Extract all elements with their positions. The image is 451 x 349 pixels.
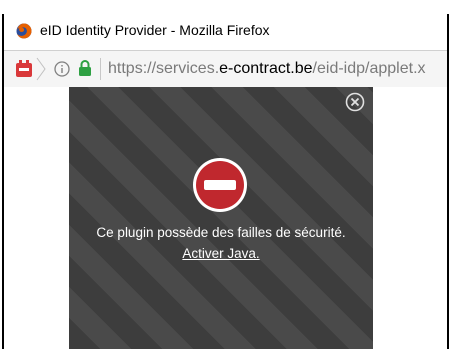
close-icon[interactable] bbox=[344, 91, 366, 113]
url-prefix: https://services. bbox=[108, 60, 220, 77]
url-suffix: /eid-idp/applet.x bbox=[312, 60, 426, 77]
title-bar: eID Identity Provider - Mozilla Firefox bbox=[4, 14, 447, 48]
url-bar[interactable]: https://services.e-contract.be/eid-idp/a… bbox=[4, 50, 447, 88]
plugin-warning-message: Ce plugin possède des failles de sécurit… bbox=[96, 225, 346, 240]
browser-window: eID Identity Provider - Mozilla Firefox … bbox=[2, 14, 449, 349]
plugin-blocked-icon[interactable] bbox=[14, 59, 34, 79]
activate-java-container: Activer Java. bbox=[69, 246, 373, 261]
blocked-plugin-overlay: Ce plugin possède des failles de sécurit… bbox=[69, 87, 373, 349]
blocked-icon bbox=[193, 158, 247, 212]
firefox-icon bbox=[16, 23, 32, 39]
url-divider bbox=[100, 58, 101, 80]
url-text[interactable]: https://services.e-contract.be/eid-idp/a… bbox=[108, 60, 426, 78]
activate-java-link[interactable]: Activer Java. bbox=[182, 246, 259, 261]
window-title: eID Identity Provider - Mozilla Firefox bbox=[40, 22, 270, 38]
info-icon[interactable] bbox=[54, 61, 70, 77]
top-cropped-text-strip bbox=[0, 0, 451, 14]
chevron-separator-icon bbox=[36, 57, 46, 81]
page-content: Ce plugin possède des failles de sécurit… bbox=[4, 87, 447, 349]
url-domain: e-contract.be bbox=[219, 60, 313, 77]
lock-icon bbox=[79, 60, 91, 76]
